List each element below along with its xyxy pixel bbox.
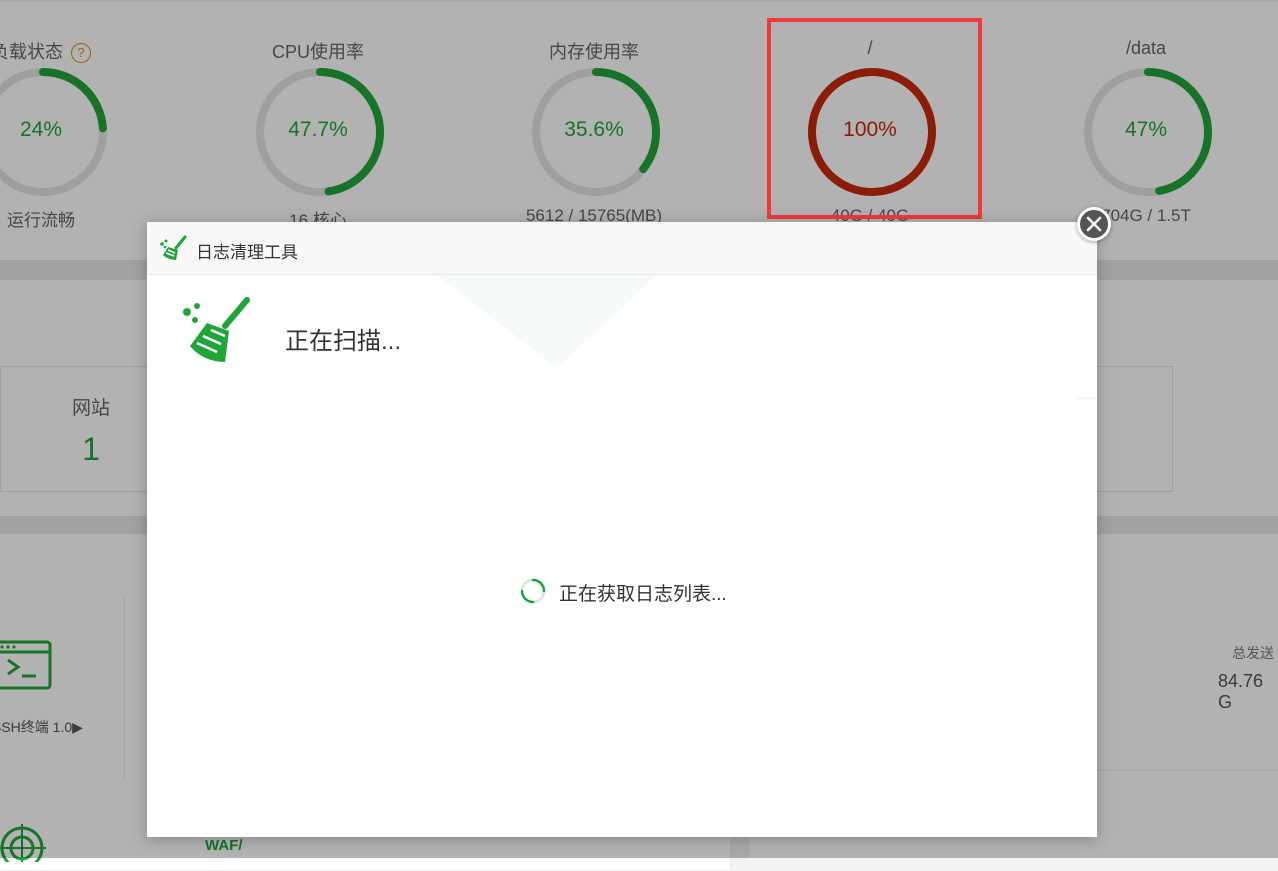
log-cleaner-dialog: 日志清理工具 正在扫描... 正在获取日志列表... [147,222,1097,837]
decorative-shape [437,275,657,368]
scan-heading: 正在扫描... [285,328,402,355]
close-button[interactable] [1077,207,1111,241]
dialog-header[interactable]: 日志清理工具 [147,222,1097,275]
divider [1077,398,1097,399]
close-icon [1086,216,1102,232]
dialog-title: 日志清理工具 [196,243,298,262]
broom-icon [183,297,250,362]
broom-icon [160,235,187,260]
highlight-annotation [767,18,982,219]
spinner-icon [520,578,546,604]
loading-text: 正在获取日志列表... [559,584,727,605]
